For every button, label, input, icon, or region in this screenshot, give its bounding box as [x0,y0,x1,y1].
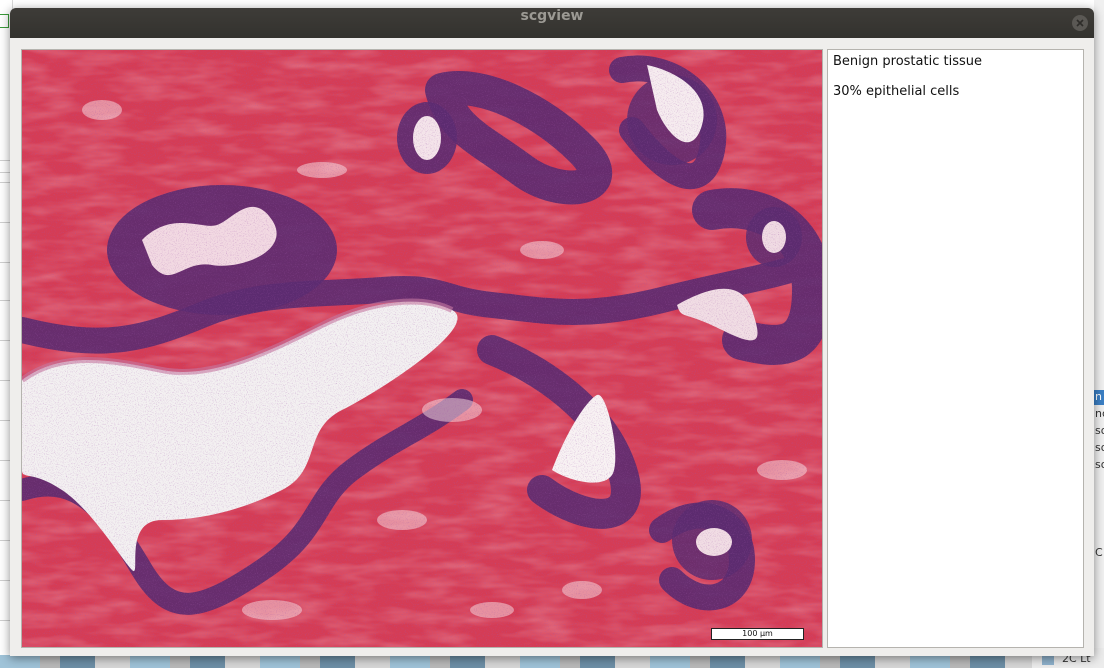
background-text-fragment: so [1095,458,1104,471]
scgview-window: scgview 100 µm Benign prostatic tissue 3… [10,8,1094,656]
tissue-image-canvas [22,50,822,647]
background-tab-icon [0,14,9,28]
background-text-fragment: so [1095,424,1104,437]
scale-bar: 100 µm [711,628,804,640]
background-text-fragment: so [1095,441,1104,454]
background-text-fragment: n [1095,390,1102,403]
close-icon [1076,19,1084,27]
background-text-fragment: C [1095,546,1103,559]
title-bar[interactable]: scgview [10,8,1094,38]
description-panel[interactable]: Benign prostatic tissue 30% epithelial c… [827,49,1084,648]
background-taskbar [0,655,1104,668]
histology-image[interactable]: 100 µm [21,49,823,648]
window-title: scgview [520,8,584,24]
background-text-fragment: nc [1095,407,1104,420]
background-window-right: n nc so so so C [1094,0,1104,668]
diagnosis-text: Benign prostatic tissue [833,54,982,69]
cellularity-text: 30% epithelial cells [833,84,960,99]
close-button[interactable] [1072,15,1088,31]
